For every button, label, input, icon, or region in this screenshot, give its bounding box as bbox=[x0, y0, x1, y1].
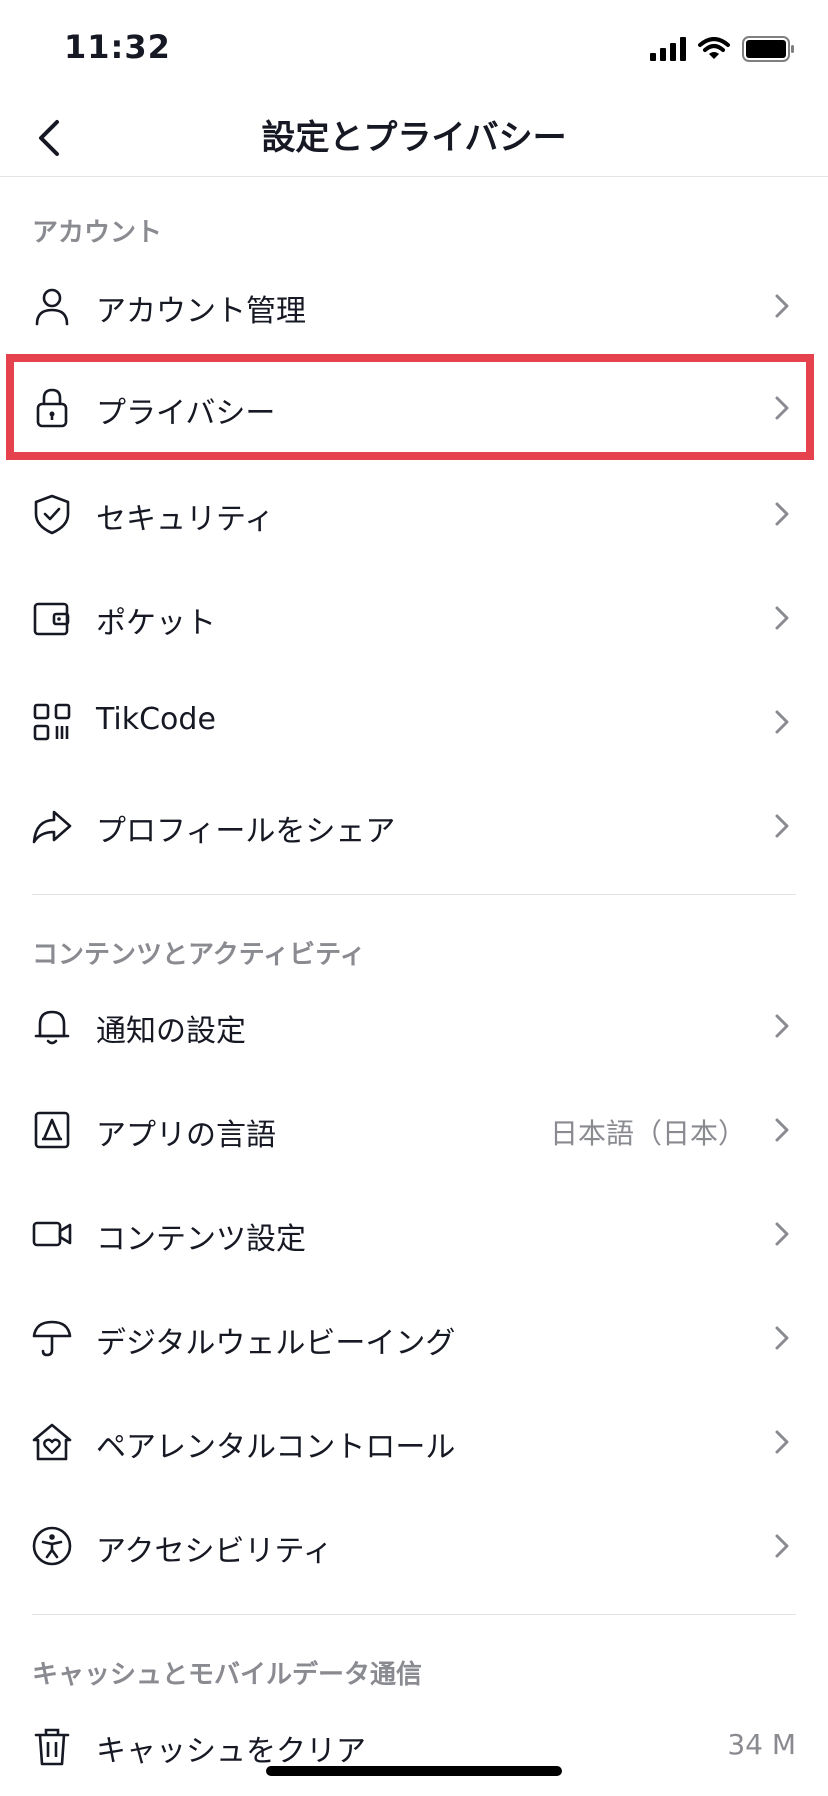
wifi-icon bbox=[698, 37, 730, 61]
chevron-right-icon bbox=[772, 604, 792, 632]
row-label: TikCode bbox=[96, 702, 216, 737]
settings-row-clear-cache[interactable]: キャッシュをクリア 34 M bbox=[0, 1696, 828, 1796]
nav-bar: 設定とプライバシー bbox=[0, 100, 828, 177]
row-label: アカウント管理 bbox=[96, 294, 306, 329]
row-label: アプリの言語 bbox=[96, 1118, 276, 1153]
share-arrow-icon bbox=[30, 804, 74, 848]
row-value: 日本語（日本） bbox=[549, 1117, 746, 1150]
settings-row-security[interactable]: セキュリティ bbox=[0, 464, 828, 564]
wallet-icon bbox=[30, 596, 74, 640]
settings-row-app-language[interactable]: アプリの言語 日本語（日本） bbox=[0, 1080, 828, 1180]
chevron-right-icon bbox=[772, 1324, 792, 1352]
battery-icon bbox=[742, 36, 796, 62]
row-label: セキュリティ bbox=[96, 502, 275, 537]
chevron-right-icon bbox=[772, 1012, 792, 1040]
chevron-right-icon bbox=[772, 708, 792, 736]
settings-row-content-preferences[interactable]: コンテンツ設定 bbox=[0, 1184, 828, 1284]
settings-row-account-management[interactable]: アカウント管理 bbox=[0, 256, 828, 356]
settings-row-share-profile[interactable]: プロフィールをシェア bbox=[0, 776, 828, 876]
shield-icon bbox=[30, 492, 74, 536]
settings-row-digital-wellbeing[interactable]: デジタルウェルビーイング bbox=[0, 1288, 828, 1388]
row-label: プライバシー bbox=[96, 396, 276, 431]
row-label: コンテンツ設定 bbox=[96, 1222, 306, 1257]
chevron-right-icon bbox=[772, 1532, 792, 1560]
cache-size-value: 34 M bbox=[727, 1728, 796, 1761]
page-title: 設定とプライバシー bbox=[261, 118, 567, 158]
row-label: キャッシュをクリア bbox=[96, 1734, 366, 1769]
section-divider bbox=[32, 894, 796, 895]
video-camera-icon bbox=[30, 1212, 74, 1256]
section-header-cache-data: キャッシュとモバイルデータ通信 bbox=[32, 1660, 423, 1690]
settings-row-privacy[interactable]: プライバシー bbox=[0, 358, 828, 458]
row-label: デジタルウェルビーイング bbox=[96, 1326, 456, 1361]
chevron-right-icon bbox=[772, 1116, 792, 1144]
row-label: アクセシビリティ bbox=[96, 1534, 333, 1569]
section-header-content-activity: コンテンツとアクティビティ bbox=[32, 940, 366, 970]
status-time: 11:32 bbox=[64, 28, 171, 66]
status-icons bbox=[650, 36, 796, 62]
home-indicator bbox=[266, 1766, 562, 1776]
bell-icon bbox=[30, 1004, 74, 1048]
section-divider bbox=[32, 1614, 796, 1615]
settings-row-notifications[interactable]: 通知の設定 bbox=[0, 976, 828, 1076]
qr-code-icon bbox=[30, 700, 74, 744]
chevron-right-icon bbox=[772, 292, 792, 320]
house-heart-icon bbox=[30, 1420, 74, 1464]
chevron-right-icon bbox=[772, 812, 792, 840]
chevron-right-icon bbox=[772, 1428, 792, 1456]
section-header-account: アカウント bbox=[32, 218, 163, 248]
settings-row-parental-control[interactable]: ペアレンタルコントロール bbox=[0, 1392, 828, 1492]
person-icon bbox=[30, 284, 74, 328]
status-bar: 11:32 bbox=[0, 0, 828, 100]
settings-row-tikcode[interactable]: TikCode bbox=[0, 672, 828, 772]
accessibility-icon bbox=[30, 1524, 74, 1568]
row-label: 通知の設定 bbox=[96, 1014, 246, 1049]
chevron-right-icon bbox=[772, 500, 792, 528]
umbrella-icon bbox=[30, 1316, 74, 1360]
language-icon bbox=[30, 1108, 74, 1152]
settings-row-accessibility[interactable]: アクセシビリティ bbox=[0, 1496, 828, 1596]
trash-icon bbox=[30, 1724, 74, 1768]
row-label: ポケット bbox=[96, 606, 216, 641]
chevron-right-icon bbox=[772, 1220, 792, 1248]
signal-icon bbox=[650, 37, 686, 61]
row-label: プロフィールをシェア bbox=[96, 814, 396, 849]
settings-row-wallet[interactable]: ポケット bbox=[0, 568, 828, 668]
row-label: ペアレンタルコントロール bbox=[96, 1430, 456, 1465]
lock-icon bbox=[30, 386, 74, 430]
chevron-right-icon bbox=[772, 394, 792, 422]
